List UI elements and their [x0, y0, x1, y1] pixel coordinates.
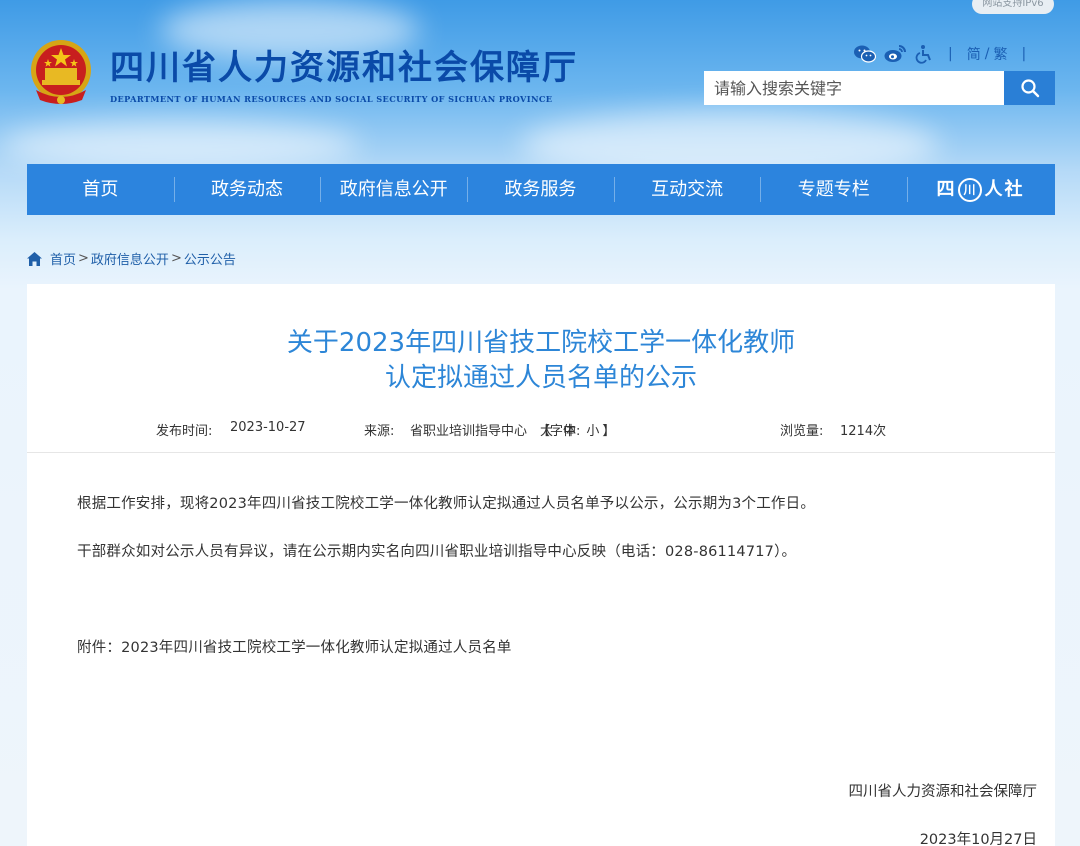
nav-item-interaction[interactable]: 互动交流 — [613, 164, 761, 215]
site-subtitle: DEPARTMENT OF HUMAN RESOURCES AND SOCIAL… — [110, 94, 553, 104]
search-bar — [704, 71, 1055, 105]
brand-circle-logo: 川 — [958, 177, 983, 202]
font-size-control: 【字体: 大 中 小 】 — [537, 420, 615, 439]
article-title-line1: 关于2023年四川省技工院校工学一体化教师 — [286, 328, 796, 358]
article-title-line2: 认定拟通过人员名单的公示 — [384, 363, 697, 393]
breadcrumb-separator: > — [170, 251, 182, 266]
breadcrumb-separator: > — [78, 251, 89, 266]
publish-date: 2023-10-27 — [230, 420, 306, 435]
wechat-icon[interactable] — [854, 44, 876, 64]
font-size-close: 】 — [602, 424, 616, 439]
font-size-open: 【字体: — [537, 424, 581, 439]
article-card: 关于2023年四川省技工院校工学一体化教师 认定拟通过人员名单的公示 发布时间:… — [27, 284, 1055, 846]
accessibility-icon[interactable] — [914, 44, 934, 64]
tools-separator: | — [948, 46, 953, 62]
brand-text-right: 人社 — [984, 179, 1025, 200]
nav-item-special-topics[interactable]: 专题专栏 — [760, 164, 907, 215]
breadcrumb: 首页 > 政府信息公开 > 公示公告 — [27, 249, 236, 268]
article-sign-date: 2023年10月27日 — [919, 832, 1037, 846]
views-label: 浏览量: — [780, 424, 824, 439]
header-tools: | 简 / 繁 | — [854, 42, 1032, 66]
breadcrumb-info-disclosure[interactable]: 政府信息公开 — [91, 249, 169, 268]
weibo-icon[interactable] — [884, 44, 906, 64]
ipv6-badge: 网站支持IPv6 — [972, 0, 1054, 14]
tools-separator: | — [1021, 46, 1027, 62]
article-paragraph-1: 根据工作安排，现将2023年四川省技工院校工学一体化教师认定拟通过人员名单予以公… — [77, 496, 816, 512]
article-meta: 发布时间: 2023-10-27 来源: 省职业培训指导中心 【字体: 大 中 … — [27, 420, 1055, 440]
language-slash: / — [984, 46, 990, 62]
meta-divider — [27, 452, 1055, 453]
breadcrumb-announcements[interactable]: 公示公告 — [184, 249, 236, 268]
search-button[interactable] — [1004, 71, 1055, 105]
home-icon — [27, 251, 42, 266]
cloud-decoration — [0, 120, 360, 170]
nav-item-government-news[interactable]: 政务动态 — [173, 164, 321, 215]
article-attachment-link[interactable]: 附件：2023年四川省技工院校工学一体化教师认定拟通过人员名单 — [77, 636, 512, 657]
brand-text-left: 四 — [936, 179, 957, 200]
breadcrumb-home[interactable]: 首页 — [50, 249, 76, 268]
main-nav: 首页 政务动态 政府信息公开 政务服务 互动交流 专题专栏 四 川 人社 — [27, 164, 1055, 215]
nav-item-info-disclosure[interactable]: 政府信息公开 — [320, 164, 467, 215]
simplified-chinese-link[interactable]: 简 — [967, 44, 981, 64]
search-input[interactable] — [704, 71, 1004, 105]
article-paragraph-2: 干部群众如对公示人员有异议，请在公示期内实名向四川省职业培训指导中心反映（电话：… — [77, 544, 797, 560]
nav-brand-sichuan-hrss[interactable]: 四 川 人社 — [907, 164, 1054, 215]
publish-date-label: 发布时间: — [156, 424, 213, 439]
site-title[interactable]: 四川省人力资源和社会保障厅 — [110, 40, 578, 89]
source-label: 来源: — [364, 424, 395, 439]
nav-item-home[interactable]: 首页 — [27, 164, 174, 215]
traditional-chinese-link[interactable]: 繁 — [993, 44, 1007, 64]
article-signature: 四川省人力资源和社会保障厅 — [848, 784, 1038, 800]
article-title: 关于2023年四川省技工院校工学一体化教师 认定拟通过人员名单的公示 — [27, 326, 1055, 396]
source-value: 省职业培训指导中心 — [410, 424, 528, 439]
search-icon — [1020, 79, 1039, 98]
nav-item-government-services[interactable]: 政务服务 — [467, 164, 614, 215]
national-emblem-logo — [31, 40, 91, 104]
font-size-small[interactable]: 小 — [586, 424, 599, 439]
views-count: 1214次 — [840, 424, 887, 439]
